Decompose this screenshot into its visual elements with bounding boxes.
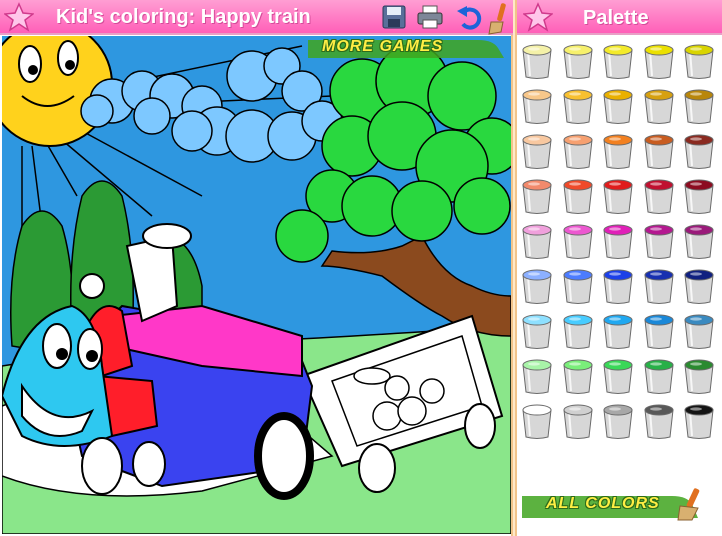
paint-bucket-2-4[interactable] xyxy=(682,132,716,170)
all-colors-label: ALL COLORS xyxy=(546,495,660,512)
title-bar: Kid's coloring: Happy train xyxy=(0,0,513,35)
paint-bucket-4-0[interactable] xyxy=(520,222,554,260)
paint-bucket-7-2[interactable] xyxy=(601,357,635,395)
paint-bucket-6-4[interactable] xyxy=(682,312,716,350)
paint-bucket-6-2[interactable] xyxy=(601,312,635,350)
paint-bucket-2-3[interactable] xyxy=(642,132,676,170)
paint-bucket-8-2[interactable] xyxy=(601,402,635,440)
page-title: Kid's coloring: Happy train xyxy=(56,6,311,28)
paint-bucket-5-1[interactable] xyxy=(561,267,595,305)
paint-bucket-8-4[interactable] xyxy=(682,402,716,440)
paint-bucket-7-3[interactable] xyxy=(642,357,676,395)
paint-bucket-0-3[interactable] xyxy=(642,42,676,80)
chimney-smoke[interactable] xyxy=(142,223,192,249)
palette-panel: Palette ALL COLORS xyxy=(515,0,722,536)
sun-eye-right xyxy=(57,40,79,76)
wagon-wheel-1[interactable] xyxy=(358,443,396,493)
color-buckets-grid xyxy=(520,42,720,439)
paint-bucket-1-1[interactable] xyxy=(561,87,595,125)
paint-bucket-3-4[interactable] xyxy=(682,177,716,215)
paint-bucket-6-0[interactable] xyxy=(520,312,554,350)
paint-bucket-3-3[interactable] xyxy=(642,177,676,215)
sun-eye-left xyxy=(18,45,42,83)
undo-icon[interactable] xyxy=(455,4,483,30)
star-icon[interactable] xyxy=(4,2,34,32)
save-icon[interactable] xyxy=(380,4,408,30)
paint-bucket-8-0[interactable] xyxy=(520,402,554,440)
paint-bucket-5-0[interactable] xyxy=(520,267,554,305)
print-icon[interactable] xyxy=(416,4,444,30)
paint-bucket-6-1[interactable] xyxy=(561,312,595,350)
paint-bucket-1-2[interactable] xyxy=(601,87,635,125)
paint-bucket-1-0[interactable] xyxy=(520,87,554,125)
paint-bucket-3-2[interactable] xyxy=(601,177,635,215)
app-frame: Kid's coloring: Happy train MORE GAMES P… xyxy=(0,0,722,536)
paint-bucket-0-1[interactable] xyxy=(561,42,595,80)
paint-bucket-7-1[interactable] xyxy=(561,357,595,395)
star-icon[interactable] xyxy=(523,2,553,32)
paint-bucket-2-2[interactable] xyxy=(601,132,635,170)
paint-bucket-4-2[interactable] xyxy=(601,222,635,260)
paint-bucket-7-0[interactable] xyxy=(520,357,554,395)
paint-bucket-5-3[interactable] xyxy=(642,267,676,305)
palette-title-bar: Palette xyxy=(517,0,722,35)
paint-bucket-8-3[interactable] xyxy=(642,402,676,440)
palette-title: Palette xyxy=(583,7,649,29)
coloring-panel: Kid's coloring: Happy train MORE GAMES xyxy=(0,0,513,536)
paint-bucket-3-0[interactable] xyxy=(520,177,554,215)
paint-bucket-4-4[interactable] xyxy=(682,222,716,260)
paint-bucket-5-2[interactable] xyxy=(601,267,635,305)
more-games-label: MORE GAMES xyxy=(322,38,444,55)
train-wheel-1[interactable] xyxy=(81,437,123,495)
paint-bucket-0-4[interactable] xyxy=(682,42,716,80)
more-games-button[interactable]: MORE GAMES xyxy=(308,34,504,62)
train-wheel-big[interactable] xyxy=(254,412,314,500)
all-colors-button[interactable]: ALL COLORS xyxy=(522,486,712,526)
paint-bucket-2-0[interactable] xyxy=(520,132,554,170)
paint-bucket-8-1[interactable] xyxy=(561,402,595,440)
paint-bucket-7-4[interactable] xyxy=(682,357,716,395)
paint-bucket-4-3[interactable] xyxy=(642,222,676,260)
paint-bucket-4-1[interactable] xyxy=(561,222,595,260)
paint-bucket-5-4[interactable] xyxy=(682,267,716,305)
paint-bucket-2-1[interactable] xyxy=(561,132,595,170)
wagon-wheel-2[interactable] xyxy=(464,403,496,449)
coloring-canvas[interactable] xyxy=(2,36,511,534)
paint-bucket-0-2[interactable] xyxy=(601,42,635,80)
paint-bucket-3-1[interactable] xyxy=(561,177,595,215)
paint-bucket-1-3[interactable] xyxy=(642,87,676,125)
train-wheel-2[interactable] xyxy=(132,441,166,487)
brush-icon[interactable] xyxy=(483,2,511,36)
paint-bucket-6-3[interactable] xyxy=(642,312,676,350)
paint-bucket-1-4[interactable] xyxy=(682,87,716,125)
paint-bucket-0-0[interactable] xyxy=(520,42,554,80)
